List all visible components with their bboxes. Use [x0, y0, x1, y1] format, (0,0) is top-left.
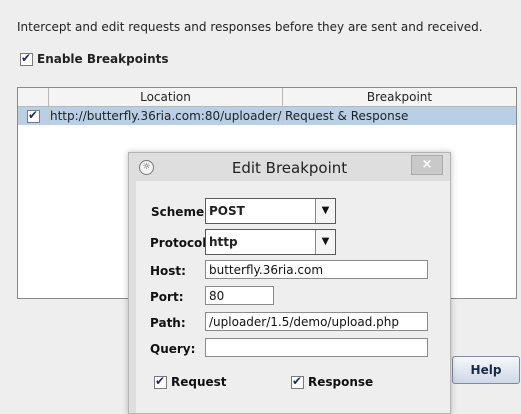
scheme-select[interactable]: POST ▼: [205, 198, 336, 224]
host-label: Host:: [150, 264, 186, 278]
host-field[interactable]: butterfly.36ria.com: [205, 260, 428, 279]
check-icon: ✔: [28, 108, 39, 122]
help-button[interactable]: Help: [452, 356, 520, 384]
check-icon: ✔: [155, 373, 166, 388]
enable-breakpoints-check-box[interactable]: ✔: [20, 50, 33, 66]
request-check-box[interactable]: ✔: [154, 373, 167, 389]
path-label: Path:: [150, 316, 186, 330]
row-enabled-cell[interactable]: ✔: [18, 107, 49, 125]
breakpoints-panel: Intercept and edit requests and response…: [0, 0, 521, 414]
table-row[interactable]: ✔ http://butterfly.36ria.com:80/uploader…: [18, 107, 516, 125]
close-icon: ×: [421, 157, 433, 172]
scheme-value: POST: [209, 204, 245, 218]
dialog-titlebar[interactable]: ☼ Edit Breakpoint ×: [129, 153, 450, 181]
chevron-down-icon[interactable]: ▼: [315, 230, 335, 254]
check-icon: ✔: [292, 373, 303, 388]
response-checkbox[interactable]: ✔ Response: [291, 373, 374, 389]
column-header-breakpoint[interactable]: Breakpoint: [283, 88, 516, 107]
response-label: Response: [308, 375, 374, 389]
check-icon: ✔: [21, 50, 32, 65]
scheme-label: Scheme:: [151, 205, 209, 219]
protocol-value: http: [209, 235, 238, 249]
port-field[interactable]: 80: [205, 286, 274, 305]
request-label: Request: [171, 375, 227, 389]
path-field[interactable]: /uploader/1.5/demo/upload.php: [205, 312, 428, 331]
protocol-select[interactable]: http ▼: [205, 229, 336, 255]
query-label: Query:: [150, 342, 196, 356]
protocol-label: Protocol:: [150, 236, 212, 250]
enable-breakpoints-checkbox[interactable]: ✔ Enable Breakpoints: [20, 50, 169, 66]
row-breakpoint-cell[interactable]: Request & Response: [283, 107, 516, 125]
port-label: Port:: [150, 290, 184, 304]
close-button[interactable]: ×: [411, 155, 443, 175]
request-checkbox[interactable]: ✔ Request: [154, 373, 227, 389]
column-header-location[interactable]: Location: [49, 88, 283, 107]
dialog-body: Scheme: POST ▼ Protocol: http ▼ Host: bu…: [136, 181, 450, 413]
chevron-down-icon[interactable]: ▼: [315, 199, 335, 223]
enable-breakpoints-label: Enable Breakpoints: [37, 52, 169, 66]
response-check-box[interactable]: ✔: [291, 373, 304, 389]
column-header-enabled[interactable]: [18, 88, 49, 107]
row-location-cell[interactable]: http://butterfly.36ria.com:80/uploader/1…: [49, 107, 283, 125]
row-enabled-checkbox[interactable]: ✔: [27, 108, 40, 123]
dialog-title: Edit Breakpoint: [231, 159, 348, 177]
edit-breakpoint-dialog: ☼ Edit Breakpoint × Scheme: POST ▼ Proto…: [128, 152, 451, 414]
query-field[interactable]: [205, 338, 428, 357]
intro-text: Intercept and edit requests and response…: [17, 20, 483, 34]
